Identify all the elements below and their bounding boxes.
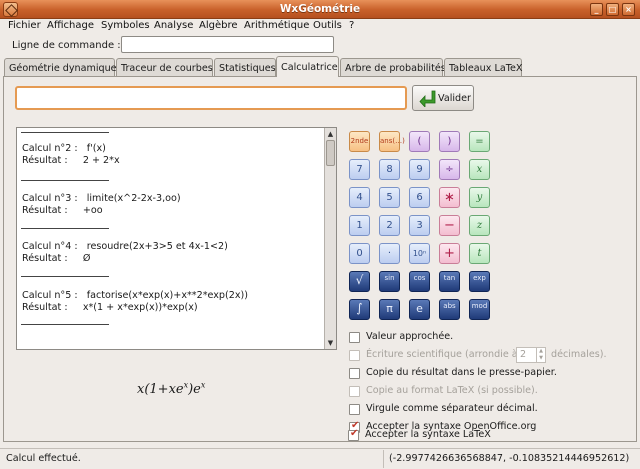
key-pi[interactable]: π (379, 299, 400, 320)
key-pow10[interactable]: 10ⁿ (409, 243, 430, 264)
key-9[interactable]: 9 (409, 159, 430, 180)
result-value-2: Résultat : 2 + 2*x (22, 155, 120, 166)
key-0[interactable]: 0 (349, 243, 370, 264)
command-label: Ligne de commande : (12, 40, 121, 51)
key-t[interactable]: t (469, 243, 490, 264)
maximize-icon[interactable]: □ (606, 3, 619, 16)
scroll-thumb[interactable] (326, 140, 335, 166)
close-icon[interactable]: × (622, 3, 635, 16)
key-3[interactable]: 3 (409, 215, 430, 236)
enter-arrow-icon (419, 90, 436, 107)
key-dot[interactable]: · (379, 243, 400, 264)
key-tan[interactable]: tan (439, 271, 460, 292)
checkbox[interactable] (349, 332, 360, 343)
status-coordinates: (-2.9977426636568847, -0.108352144469526… (383, 450, 638, 468)
key-equals[interactable]: = (469, 131, 490, 152)
tab-traceur-de-courbes[interactable]: Traceur de courbes (116, 58, 213, 77)
menu-help[interactable]: ? (349, 20, 354, 31)
checkbox (349, 386, 360, 397)
key-minus[interactable]: − (439, 215, 460, 236)
key-5[interactable]: 5 (379, 187, 400, 208)
result-value-5: Résultat : x*(1 + x*exp(x))*exp(x) (22, 302, 198, 313)
result-separator (21, 228, 109, 229)
key-close-paren[interactable]: ) (439, 131, 460, 152)
tab-tableaux-latex[interactable]: Tableaux LaTeX (444, 58, 522, 77)
menu-analyse[interactable]: Analyse (154, 20, 193, 31)
valider-label: Valider (438, 93, 471, 104)
checkbox (349, 350, 360, 361)
key-6[interactable]: 6 (409, 187, 430, 208)
result-separator (21, 324, 109, 325)
result-separator (21, 276, 109, 277)
tab-arbre-de-probabilites[interactable]: Arbre de probabilités (340, 58, 446, 77)
result-calc-5: Calcul n°5 : factorise(x*exp(x)+x**2*exp… (22, 290, 249, 301)
key-2[interactable]: 2 (379, 215, 400, 236)
spinner-arrows-icon: ▲ ▼ (536, 348, 545, 362)
menu-symboles[interactable]: Symboles (101, 20, 150, 31)
key-z[interactable]: z (469, 215, 490, 236)
scroll-up-icon[interactable]: ▲ (326, 129, 335, 139)
results-list[interactable]: Calcul n°2 : f'(x) Résultat : 2 + 2*x Ca… (16, 127, 337, 350)
menu-algebre[interactable]: Algèbre (199, 20, 238, 31)
key-2nde[interactable]: 2nde (349, 131, 370, 152)
tab-bar: Géométrie dynamique Traceur de courbes S… (0, 56, 640, 77)
key-mod[interactable]: mod (469, 299, 490, 320)
tab-calculatrice[interactable]: Calculatrice (276, 56, 339, 77)
key-exp[interactable]: exp (469, 271, 490, 292)
menu-outils[interactable]: Outils (313, 20, 342, 31)
command-input[interactable] (121, 36, 334, 53)
calculator-panel: Valider Calcul n°2 : f'(x) Résultat : 2 … (3, 76, 637, 442)
window-title: WxGéométrie (279, 3, 361, 15)
key-ans[interactable]: ans(…) (379, 131, 405, 152)
results-scrollbar[interactable]: ▲ ▼ (324, 128, 336, 349)
result-calc-4: Calcul n°4 : resoudre(2x+3>5 et 4x-1<2) (22, 241, 228, 252)
key-cos[interactable]: cos (409, 271, 430, 292)
key-sqrt[interactable]: √ (349, 271, 370, 292)
expression-input[interactable] (15, 86, 407, 110)
key-1[interactable]: 1 (349, 215, 370, 236)
checkbox-checked[interactable] (348, 428, 359, 441)
valider-button[interactable]: Valider (412, 85, 474, 111)
checkbox[interactable] (349, 404, 360, 415)
key-e[interactable]: e (409, 299, 430, 320)
key-x[interactable]: x (469, 159, 490, 180)
scroll-down-icon[interactable]: ▼ (326, 338, 335, 348)
result-separator (21, 132, 109, 133)
key-y[interactable]: y (469, 187, 490, 208)
result-value-4: Résultat : Ø (22, 253, 91, 264)
status-message: Calcul effectué. (6, 453, 81, 464)
command-row: Ligne de commande : (0, 35, 640, 56)
key-divide[interactable]: ÷ (439, 159, 460, 180)
key-abs[interactable]: abs (439, 299, 460, 320)
tab-statistiques[interactable]: Statistiques (214, 58, 276, 77)
key-multiply[interactable]: ∗ (439, 187, 460, 208)
tab-geometrie-dynamique[interactable]: Géométrie dynamique (4, 58, 117, 77)
formula-display: x(1+xex)ex (137, 381, 206, 398)
decimals-spinner: 2 ▲ ▼ (516, 347, 546, 363)
key-7[interactable]: 7 (349, 159, 370, 180)
title-bar: WxGéométrie _ □ × (0, 0, 640, 19)
checkbox[interactable] (349, 368, 360, 379)
result-separator (21, 180, 109, 181)
menu-arithmetique[interactable]: Arithmétique (244, 20, 309, 31)
status-bar: Calcul effectué. (-2.9977426636568847, -… (0, 448, 640, 469)
result-calc-3: Calcul n°3 : limite(x^2-2x-3,oo) (22, 193, 181, 204)
result-calc-2: Calcul n°2 : f'(x) (22, 143, 106, 154)
key-8[interactable]: 8 (379, 159, 400, 180)
key-4[interactable]: 4 (349, 187, 370, 208)
menu-fichier[interactable]: Fichier (8, 20, 41, 31)
minimize-icon[interactable]: _ (590, 3, 603, 16)
result-value-3: Résultat : +oo (22, 205, 103, 216)
key-integral[interactable]: ∫ (349, 299, 370, 320)
menu-affichage[interactable]: Affichage (47, 20, 94, 31)
key-open-paren[interactable]: ( (409, 131, 430, 152)
key-plus[interactable]: + (439, 243, 460, 264)
menu-bar: Fichier Affichage Symboles Analyse Algèb… (0, 19, 640, 35)
key-sin[interactable]: sin (379, 271, 400, 292)
